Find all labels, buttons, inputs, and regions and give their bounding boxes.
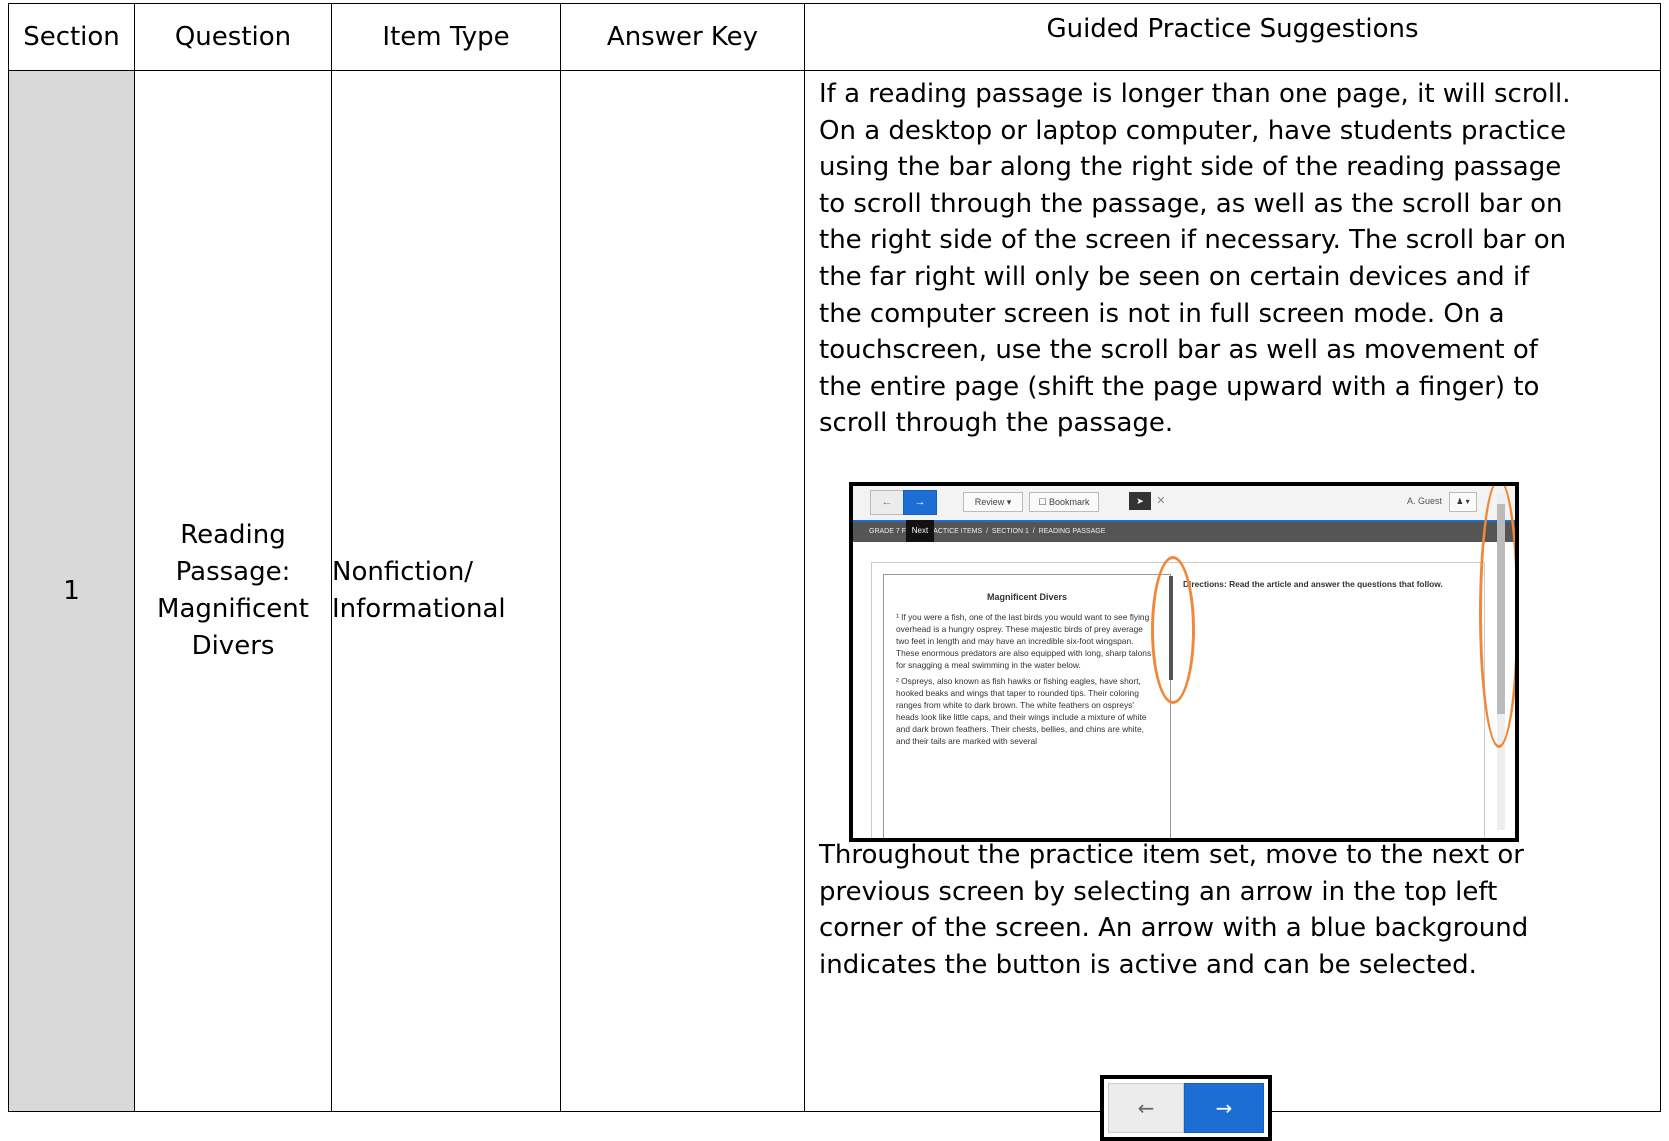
screenshot-prev-button: ← [870,490,904,515]
screenshot-directions: Directions: Read the article and answer … [1183,579,1443,589]
screenshot-toolbar: ← → Review ▾ ☐ Bookmark ➤ ✕ A. Guest ♟ ▾ [853,486,1515,521]
guided-practice-cell: If a reading passage is longer than one … [804,70,1661,1141]
left-arrow-icon: ← [1108,1083,1184,1133]
header-row: Section Question Item Type Answer Key Gu… [8,3,1661,71]
passage-title: Magnificent Divers [986,592,1068,602]
question-line: Reading [180,520,286,550]
header-section: Section [8,3,135,71]
close-icon: ✕ [1156,495,1166,507]
question-line: Magnificent [157,594,309,624]
next-tooltip: Next [906,520,934,542]
answer-key-cell [560,70,805,1112]
question-line: Passage: [175,557,291,587]
question-line: Divers [191,631,275,661]
section-number: 1 [63,576,80,606]
right-arrow-icon: → [1184,1083,1264,1133]
screenshot-passage-panel: Magnificent Divers ¹ If you were a fish,… [883,574,1171,838]
passage-paragraph: ² Ospreys, also known as fish hawks or f… [896,676,1147,746]
screenshot-next-button: → [903,490,937,515]
passage-paragraph: ¹ If you were a fish, one of the last bi… [896,612,1152,670]
screenshot-breadcrumb-bar: GRADE 7 F PRACTICE ITEMS / SECTION 1 / R… [853,520,1515,542]
screenshot-user-name: A. Guest [1407,496,1443,506]
item-type-line: Informational [332,594,506,624]
user-menu-icon: ♟ ▾ [1449,492,1477,512]
header-guided-practice: Guided Practice Suggestions [804,3,1661,71]
section-cell: 1 [8,70,135,1112]
passage-screenshot: ← → Review ▾ ☐ Bookmark ➤ ✕ A. Guest ♟ ▾… [849,482,1519,842]
screenshot-breadcrumb: GRADE 7 F PRACTICE ITEMS / SECTION 1 / R… [869,528,1106,535]
guided-paragraph-scrolling: If a reading passage is longer than one … [819,79,1571,439]
screenshot-review-button: Review ▾ [963,492,1023,512]
item-type-cell: Nonfiction/ Informational [331,70,561,1112]
header-answer-key: Answer Key [560,3,805,71]
question-cell: Reading Passage: Magnificent Divers [134,70,332,1112]
guided-paragraph-navigation: Throughout the practice item set, move t… [819,840,1529,980]
passage-scrollbar-highlight [1151,556,1195,704]
header-question: Question [134,3,332,71]
page-scrollbar-highlight [1479,486,1515,748]
item-type-line: Nonfiction/ [332,557,474,587]
screenshot-bookmark-button: ☐ Bookmark [1029,492,1099,512]
guided-practice-table: Section Question Item Type Answer Key Gu… [8,3,1661,1141]
header-item-type: Item Type [331,3,561,71]
pointer-icon: ➤ [1129,492,1151,510]
arrow-buttons-figure: ← → [1100,1075,1272,1141]
table-row: 1 Reading Passage: Magnificent Divers No… [8,70,1661,1141]
